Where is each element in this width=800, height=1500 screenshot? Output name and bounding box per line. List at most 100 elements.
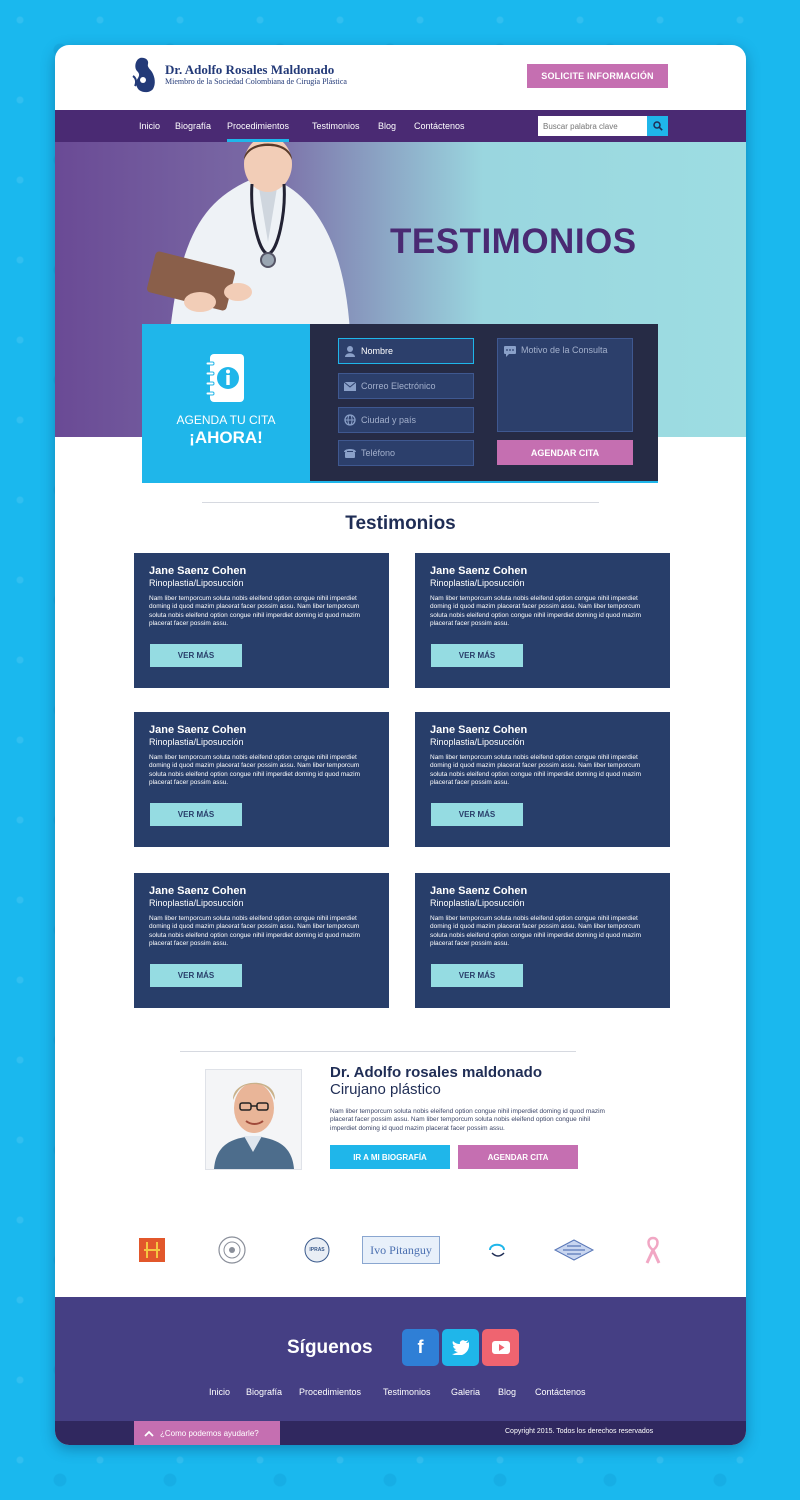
nav-item-testimonios[interactable]: Testimonios <box>312 110 360 142</box>
testimonial-procedure: Rinoplastia/Liposucción <box>430 737 525 747</box>
partner-logo-hse[interactable] <box>552 1236 596 1264</box>
reason-textarea[interactable]: Motivo de la Consulta <box>497 338 633 432</box>
doctor-bio: Nam liber temporcum soluta nobis eleifen… <box>330 1108 605 1132</box>
nav-item-biografia[interactable]: Biografía <box>175 110 211 142</box>
testimonial-procedure: Rinoplastia/Liposucción <box>430 898 525 908</box>
partner-logo-pitanguy[interactable]: Ivo Pitanguy <box>362 1236 440 1264</box>
footer-link-procedimientos[interactable]: Procedimientos <box>299 1387 361 1397</box>
see-more-button[interactable]: VER MÁS <box>150 964 242 987</box>
testimonials-title: Testimonios <box>345 513 456 534</box>
youtube-icon <box>491 1341 510 1354</box>
footer-link-testimonios[interactable]: Testimonios <box>383 1387 431 1397</box>
hero-title: TESTIMONIOS <box>390 222 637 261</box>
partner-logo-seal[interactable] <box>217 1236 247 1264</box>
pink-ribbon-icon <box>645 1236 661 1264</box>
facebook-button[interactable]: f <box>402 1329 439 1366</box>
request-info-button[interactable]: SOLICITE INFORMACIÓN <box>527 64 668 88</box>
testimonial-card: Jane Saenz Cohen Rinoplastia/Liposucción… <box>134 553 389 688</box>
partner-logo-crest[interactable] <box>139 1236 165 1264</box>
see-more-button[interactable]: VER MÁS <box>431 803 523 826</box>
appointment-line1: AGENDA TU CITA <box>176 413 276 427</box>
testimonial-name: Jane Saenz Cohen <box>149 885 247 897</box>
youtube-button[interactable] <box>482 1329 519 1366</box>
testimonial-text: Nam liber temporcum soluta nobis eleifen… <box>430 754 642 786</box>
chat-icon <box>504 346 516 357</box>
see-more-button[interactable]: VER MÁS <box>150 644 242 667</box>
help-chat-tab[interactable]: ¿Como podemos ayudarle? <box>134 1421 280 1445</box>
envelope-icon <box>339 373 361 399</box>
pitanguy-logo-text: Ivo Pitanguy <box>370 1242 432 1257</box>
see-more-button[interactable]: VER MÁS <box>150 803 242 826</box>
footer-link-biografia[interactable]: Biografía <box>246 1387 282 1397</box>
site-footer: Síguenos f Inicio Biografía Procedimient… <box>55 1297 746 1421</box>
nav-item-inicio[interactable]: Inicio <box>139 110 160 142</box>
testimonial-text: Nam liber temporcum soluta nobis eleifen… <box>430 915 642 947</box>
testimonial-procedure: Rinoplastia/Liposucción <box>149 578 244 588</box>
follow-us-title: Síguenos <box>287 1337 373 1358</box>
chevron-up-icon <box>144 1430 154 1437</box>
contact-book-icon <box>206 354 244 402</box>
help-chat-label: ¿Como podemos ayudarle? <box>160 1428 259 1438</box>
doctor-woman-photo <box>146 142 350 332</box>
seal-logo-icon <box>218 1236 246 1264</box>
appointment-callout: AGENDA TU CITA ¡AHORA! <box>142 324 310 481</box>
footer-link-blog[interactable]: Blog <box>498 1387 516 1397</box>
appointment-line2: ¡AHORA! <box>189 428 263 447</box>
testimonial-name: Jane Saenz Cohen <box>149 565 247 577</box>
biography-button[interactable]: IR A MI BIOGRAFÍA <box>330 1145 450 1169</box>
city-field-placeholder: Ciudad y país <box>361 415 417 425</box>
footer-link-inicio[interactable]: Inicio <box>209 1387 230 1397</box>
testimonial-name: Jane Saenz Cohen <box>430 565 528 577</box>
testimonial-text: Nam liber temporcum soluta nobis eleifen… <box>149 595 361 627</box>
see-more-button[interactable]: VER MÁS <box>431 644 523 667</box>
doctor-appointment-button[interactable]: AGENDAR CITA <box>458 1145 578 1169</box>
search-icon <box>652 121 663 131</box>
nav-item-contactenos[interactable]: Contáctenos <box>414 110 465 142</box>
hse-logo-icon <box>553 1239 595 1261</box>
testimonial-name: Jane Saenz Cohen <box>430 885 528 897</box>
doctor-name: Dr. Adolfo rosales maldonado <box>330 1064 542 1081</box>
site-header: Dr. Adolfo Rosales Maldonado Miembro de … <box>55 45 746 110</box>
search-button[interactable] <box>647 116 668 136</box>
partner-logo-ipras[interactable]: IPRAS <box>304 1236 330 1264</box>
doctor-portrait <box>206 1070 301 1169</box>
city-field[interactable]: Ciudad y país <box>338 407 474 433</box>
email-field-placeholder: Correo Electrónico <box>361 381 436 391</box>
reason-placeholder: Motivo de la Consulta <box>521 345 608 355</box>
page-frame: Dr. Adolfo Rosales Maldonado Miembro de … <box>55 45 746 1445</box>
ipras-logo-text: IPRAS <box>309 1247 325 1253</box>
phone-field-placeholder: Teléfono <box>361 448 396 458</box>
testimonial-card: Jane Saenz Cohen Rinoplastia/Liposucción… <box>134 873 389 1008</box>
phone-field[interactable]: Teléfono <box>338 440 474 466</box>
partner-logo-pink-ribbon[interactable] <box>642 1236 664 1264</box>
society-logo-icon <box>489 1243 505 1257</box>
testimonial-text: Nam liber temporcum soluta nobis eleifen… <box>149 754 361 786</box>
twitter-button[interactable] <box>442 1329 479 1366</box>
testimonial-procedure: Rinoplastia/Liposucción <box>430 578 525 588</box>
testimonial-text: Nam liber temporcum soluta nobis eleifen… <box>430 595 642 627</box>
doctor-role: Cirujano plástico <box>330 1081 441 1098</box>
appointment-form: Nombre Correo Electrónico Ciudad y país … <box>142 324 658 483</box>
logo-name: Dr. Adolfo Rosales Maldonado <box>165 62 335 77</box>
copyright-text: Copyright 2015. Todos los derechos reser… <box>505 1428 654 1435</box>
email-field[interactable]: Correo Electrónico <box>338 373 474 399</box>
testimonial-name: Jane Saenz Cohen <box>430 724 528 736</box>
partner-logo-society[interactable] <box>485 1236 509 1264</box>
testimonial-card: Jane Saenz Cohen Rinoplastia/Liposucción… <box>415 712 670 847</box>
testimonial-procedure: Rinoplastia/Liposucción <box>149 898 244 908</box>
schedule-appointment-button[interactable]: AGENDAR CITA <box>497 440 633 465</box>
see-more-button[interactable]: VER MÁS <box>431 964 523 987</box>
main-nav: Inicio Biografía Procedimientos Testimon… <box>55 110 746 142</box>
crest-logo-icon <box>139 1238 165 1262</box>
name-field[interactable]: Nombre <box>338 338 474 364</box>
search-input[interactable] <box>538 116 647 136</box>
nav-item-procedimientos[interactable]: Procedimientos <box>227 110 290 142</box>
testimonial-name: Jane Saenz Cohen <box>149 724 247 736</box>
footer-link-galeria[interactable]: Galeria <box>451 1387 480 1397</box>
section-divider <box>180 1051 576 1052</box>
nav-item-blog[interactable]: Blog <box>378 110 396 142</box>
phone-icon <box>339 440 361 466</box>
section-divider <box>202 502 599 503</box>
footer-link-contactenos[interactable]: Contáctenos <box>535 1387 586 1397</box>
site-logo[interactable]: Dr. Adolfo Rosales Maldonado Miembro de … <box>131 56 347 94</box>
